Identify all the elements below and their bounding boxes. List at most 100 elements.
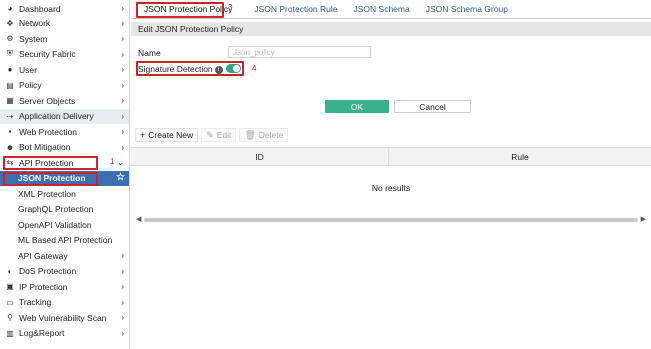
horizontal-scrollbar[interactable]: ◀ ▶ <box>136 215 646 223</box>
chevron-right-icon: › <box>121 328 124 338</box>
lock-icon: ▪ <box>8 127 12 137</box>
sidebar-item-server-objects[interactable]: ▦ Server Objects › <box>0 93 129 109</box>
sidebar-item-label: Web Vulnerability Scan <box>19 312 107 323</box>
empty-table-message: No results <box>371 183 411 193</box>
sidebar-item-xml-protection[interactable]: XML Protection <box>0 186 129 202</box>
pencil-icon: ✎ <box>206 129 214 140</box>
tab-json-schema-group[interactable]: JSON Schema Group <box>418 0 516 18</box>
sidebar-item-label: Web Protection <box>19 126 77 137</box>
chevron-right-icon: › <box>121 65 124 74</box>
delete-label: Delete <box>258 130 284 140</box>
scroll-left-icon[interactable]: ◀ <box>136 215 141 223</box>
sidebar-item-label: DoS Protection <box>19 266 77 277</box>
chevron-right-icon: › <box>121 297 124 307</box>
network-icon: ✥ <box>6 18 14 28</box>
tab-json-protection-rule[interactable]: JSON Protection Rule <box>246 0 345 18</box>
sidebar-item-label: Security Fabric <box>19 49 76 60</box>
sidebar-item-dashboard[interactable]: ◕ Dashboard › <box>0 1 129 17</box>
create-new-label: Create New <box>148 130 194 140</box>
scroll-right-icon[interactable]: ▶ <box>641 215 646 223</box>
sidebar-item-label: System <box>19 33 48 44</box>
annotation-number-1: 1 <box>110 157 115 166</box>
sidebar-item-dos-protection[interactable]: ◐ DoS Protection › <box>0 264 129 280</box>
create-new-button[interactable]: + Create New <box>135 128 199 142</box>
chevron-right-icon: › <box>121 80 124 90</box>
sidebar-item-ml-api-protection[interactable]: ML Based API Protection <box>0 233 129 249</box>
delete-button[interactable]: 🗑 Delete <box>239 128 289 142</box>
sidebar-item-openapi-validation[interactable]: OpenAPI Validation <box>0 217 129 233</box>
scan-icon: ⚲ <box>7 313 13 323</box>
chevron-right-icon: › <box>121 282 124 291</box>
annotation-box-signature <box>136 61 244 76</box>
column-header-id[interactable]: ID <box>131 148 388 165</box>
chevron-right-icon: › <box>121 251 124 260</box>
chevron-right-icon: › <box>121 49 124 59</box>
sidebar-item-policy[interactable]: ▤ Policy › <box>0 78 129 94</box>
sidebar-item-label: API Gateway <box>18 250 68 261</box>
table-toolbar: + Create New ✎ Edit 🗑 Delete <box>135 128 291 142</box>
scrollbar-thumb[interactable] <box>144 218 638 222</box>
sidebar-item-label: Application Delivery <box>19 111 94 122</box>
sidebar-item-application-delivery[interactable]: ⇢ Application Delivery › <box>0 108 129 124</box>
chevron-down-icon: ⌄ <box>117 158 124 167</box>
sidebar-item-label: XML Protection <box>18 188 76 199</box>
sidebar-item-label: Policy <box>19 80 42 91</box>
chevron-right-icon: › <box>121 4 124 13</box>
ok-button[interactable]: OK <box>325 100 389 113</box>
sidebar-item-bot-mitigation[interactable]: ☻ Bot Mitigation › <box>0 140 129 156</box>
sidebar-item-system[interactable]: ⚙ System › <box>0 31 129 47</box>
name-label: Name <box>138 48 161 58</box>
sidebar-item-ip-protection[interactable]: ▣ IP Protection › <box>0 279 129 295</box>
dos-icon: ◐ <box>7 266 13 276</box>
chevron-right-icon: › <box>121 142 124 152</box>
annotation-box-policy-tab <box>136 2 224 18</box>
table-header: ID Rule <box>131 147 651 166</box>
sidebar-item-web-protection[interactable]: ▪ Web Protection › <box>0 124 129 140</box>
sidebar-item-label: OpenAPI Validation <box>18 219 92 230</box>
bot-icon: ☻ <box>5 142 15 152</box>
star-icon[interactable]: ☆ <box>116 172 125 183</box>
chart-icon: ▥ <box>6 328 14 338</box>
annotation-box-json-protection <box>3 172 98 186</box>
user-icon: ● <box>7 65 13 75</box>
document-icon: ▤ <box>6 80 14 90</box>
sidebar-item-label: Dashboard <box>19 3 61 14</box>
sidebar-item-label: User <box>19 64 37 75</box>
name-field[interactable]: Json_policy <box>228 46 371 58</box>
shield-icon: ⛨ <box>7 49 13 59</box>
sidebar-item-security-fabric[interactable]: ⛨ Security Fabric › <box>0 47 129 63</box>
sidebar-item-label: Log&Report <box>19 328 65 339</box>
chevron-right-icon: › <box>121 18 124 28</box>
main-panel: JSON Protection Policy JSON Protection R… <box>131 0 651 349</box>
annotation-box-api-protection <box>3 156 98 170</box>
sidebar-item-api-gateway[interactable]: API Gateway › <box>0 248 129 264</box>
sidebar-item-label: IP Protection <box>19 281 68 292</box>
sidebar-item-label: Bot Mitigation <box>19 142 71 153</box>
sidebar-item-label: Server Objects <box>19 95 76 106</box>
chevron-right-icon: › <box>121 313 124 322</box>
edit-label: Edit <box>216 130 232 140</box>
plus-icon: + <box>140 130 146 140</box>
edit-button[interactable]: ✎ Edit <box>201 128 237 142</box>
trash-icon: 🗑 <box>244 129 256 140</box>
gear-icon: ⚙ <box>6 34 14 44</box>
chevron-right-icon: › <box>121 127 124 136</box>
sidebar-item-web-vulnerability-scan[interactable]: ⚲ Web Vulnerability Scan › <box>0 310 129 326</box>
cancel-button[interactable]: Cancel <box>394 100 471 113</box>
sidebar-item-graphql-protection[interactable]: GraphQL Protection <box>0 202 129 218</box>
sidebar-item-label: Tracking <box>19 297 52 308</box>
tab-json-schema[interactable]: JSON Schema <box>346 0 418 18</box>
sidebar-item-tracking[interactable]: ▭ Tracking › <box>0 295 129 311</box>
chevron-right-icon: › <box>121 266 124 276</box>
chevron-right-icon: › <box>121 34 124 43</box>
annotation-number-3: 3 <box>228 3 233 12</box>
sidebar-item-log-report[interactable]: ▥ Log&Report › <box>0 326 129 342</box>
annotation-number-4: 4 <box>252 64 257 73</box>
sidebar-item-label: Network <box>19 18 51 29</box>
delivery-icon: ⇢ <box>6 111 14 121</box>
column-header-rule[interactable]: Rule <box>389 148 651 165</box>
laptop-icon: ▭ <box>6 297 14 307</box>
sidebar-item-network[interactable]: ✥ Network › <box>0 16 129 32</box>
sidebar-item-user[interactable]: ● User › <box>0 62 129 78</box>
section-title: Edit JSON Protection Policy <box>131 22 651 36</box>
